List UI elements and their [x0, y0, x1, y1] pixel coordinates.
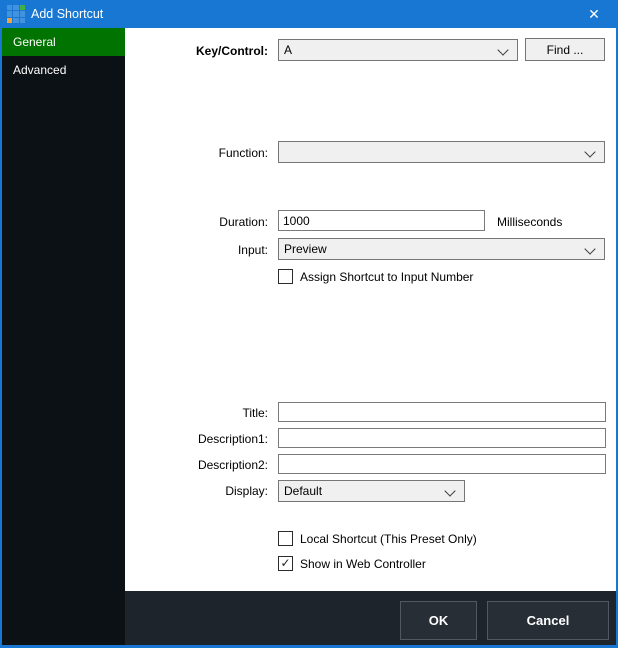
display-value: Default	[284, 484, 322, 498]
display-label: Display:	[120, 484, 268, 498]
title-input[interactable]	[278, 402, 606, 422]
duration-label: Duration:	[120, 215, 268, 229]
checkbox-box[interactable]	[278, 269, 293, 284]
window-title: Add Shortcut	[31, 0, 103, 28]
logo-square	[20, 11, 25, 16]
find-button[interactable]: Find ...	[525, 38, 605, 61]
function-dropdown[interactable]	[278, 141, 605, 163]
key-control-label: Key/Control:	[120, 44, 268, 58]
content-panel	[125, 28, 616, 591]
chevron-down-icon	[584, 146, 595, 157]
close-icon[interactable]: ✕	[579, 0, 609, 28]
key-control-value: A	[284, 43, 292, 57]
function-label: Function:	[120, 146, 268, 160]
web-controller-checkbox[interactable]: ✓ Show in Web Controller	[278, 556, 426, 571]
sidebar-item-advanced[interactable]: Advanced	[2, 56, 125, 84]
chevron-down-icon	[584, 243, 595, 254]
logo-square	[7, 5, 12, 10]
local-shortcut-checkbox[interactable]: Local Shortcut (This Preset Only)	[278, 531, 477, 546]
cancel-button[interactable]: Cancel	[487, 601, 609, 640]
sidebar-item-general[interactable]: General	[2, 28, 125, 56]
key-control-dropdown[interactable]: A	[278, 39, 518, 61]
ok-button[interactable]: OK	[400, 601, 477, 640]
chevron-down-icon	[497, 44, 508, 55]
title-label: Title:	[120, 406, 268, 420]
checkbox-label: Assign Shortcut to Input Number	[300, 270, 473, 284]
checkbox-box[interactable]	[278, 531, 293, 546]
logo-square-green	[20, 5, 25, 10]
description1-label: Description1:	[120, 432, 268, 446]
description2-label: Description2:	[120, 458, 268, 472]
logo-square	[13, 18, 18, 23]
display-dropdown[interactable]: Default	[278, 480, 465, 502]
assign-input-number-checkbox[interactable]: Assign Shortcut to Input Number	[278, 269, 473, 284]
logo-square	[20, 18, 25, 23]
app-logo-icon	[7, 5, 25, 23]
duration-input[interactable]	[278, 210, 485, 231]
sidebar: General Advanced	[2, 28, 125, 645]
input-value: Preview	[284, 242, 327, 256]
input-dropdown[interactable]: Preview	[278, 238, 605, 260]
milliseconds-label: Milliseconds	[497, 215, 562, 229]
logo-square	[7, 11, 12, 16]
titlebar: Add Shortcut ✕	[0, 0, 618, 28]
checkbox-box[interactable]: ✓	[278, 556, 293, 571]
checkbox-label: Local Shortcut (This Preset Only)	[300, 532, 477, 546]
add-shortcut-dialog: Add Shortcut ✕ General Advanced Key/Cont…	[0, 0, 618, 648]
description1-input[interactable]	[278, 428, 606, 448]
logo-square	[13, 11, 18, 16]
logo-square-orange	[7, 18, 12, 23]
logo-square	[13, 5, 18, 10]
description2-input[interactable]	[278, 454, 606, 474]
chevron-down-icon	[444, 485, 455, 496]
input-label: Input:	[120, 243, 268, 257]
checkbox-label: Show in Web Controller	[300, 557, 426, 571]
